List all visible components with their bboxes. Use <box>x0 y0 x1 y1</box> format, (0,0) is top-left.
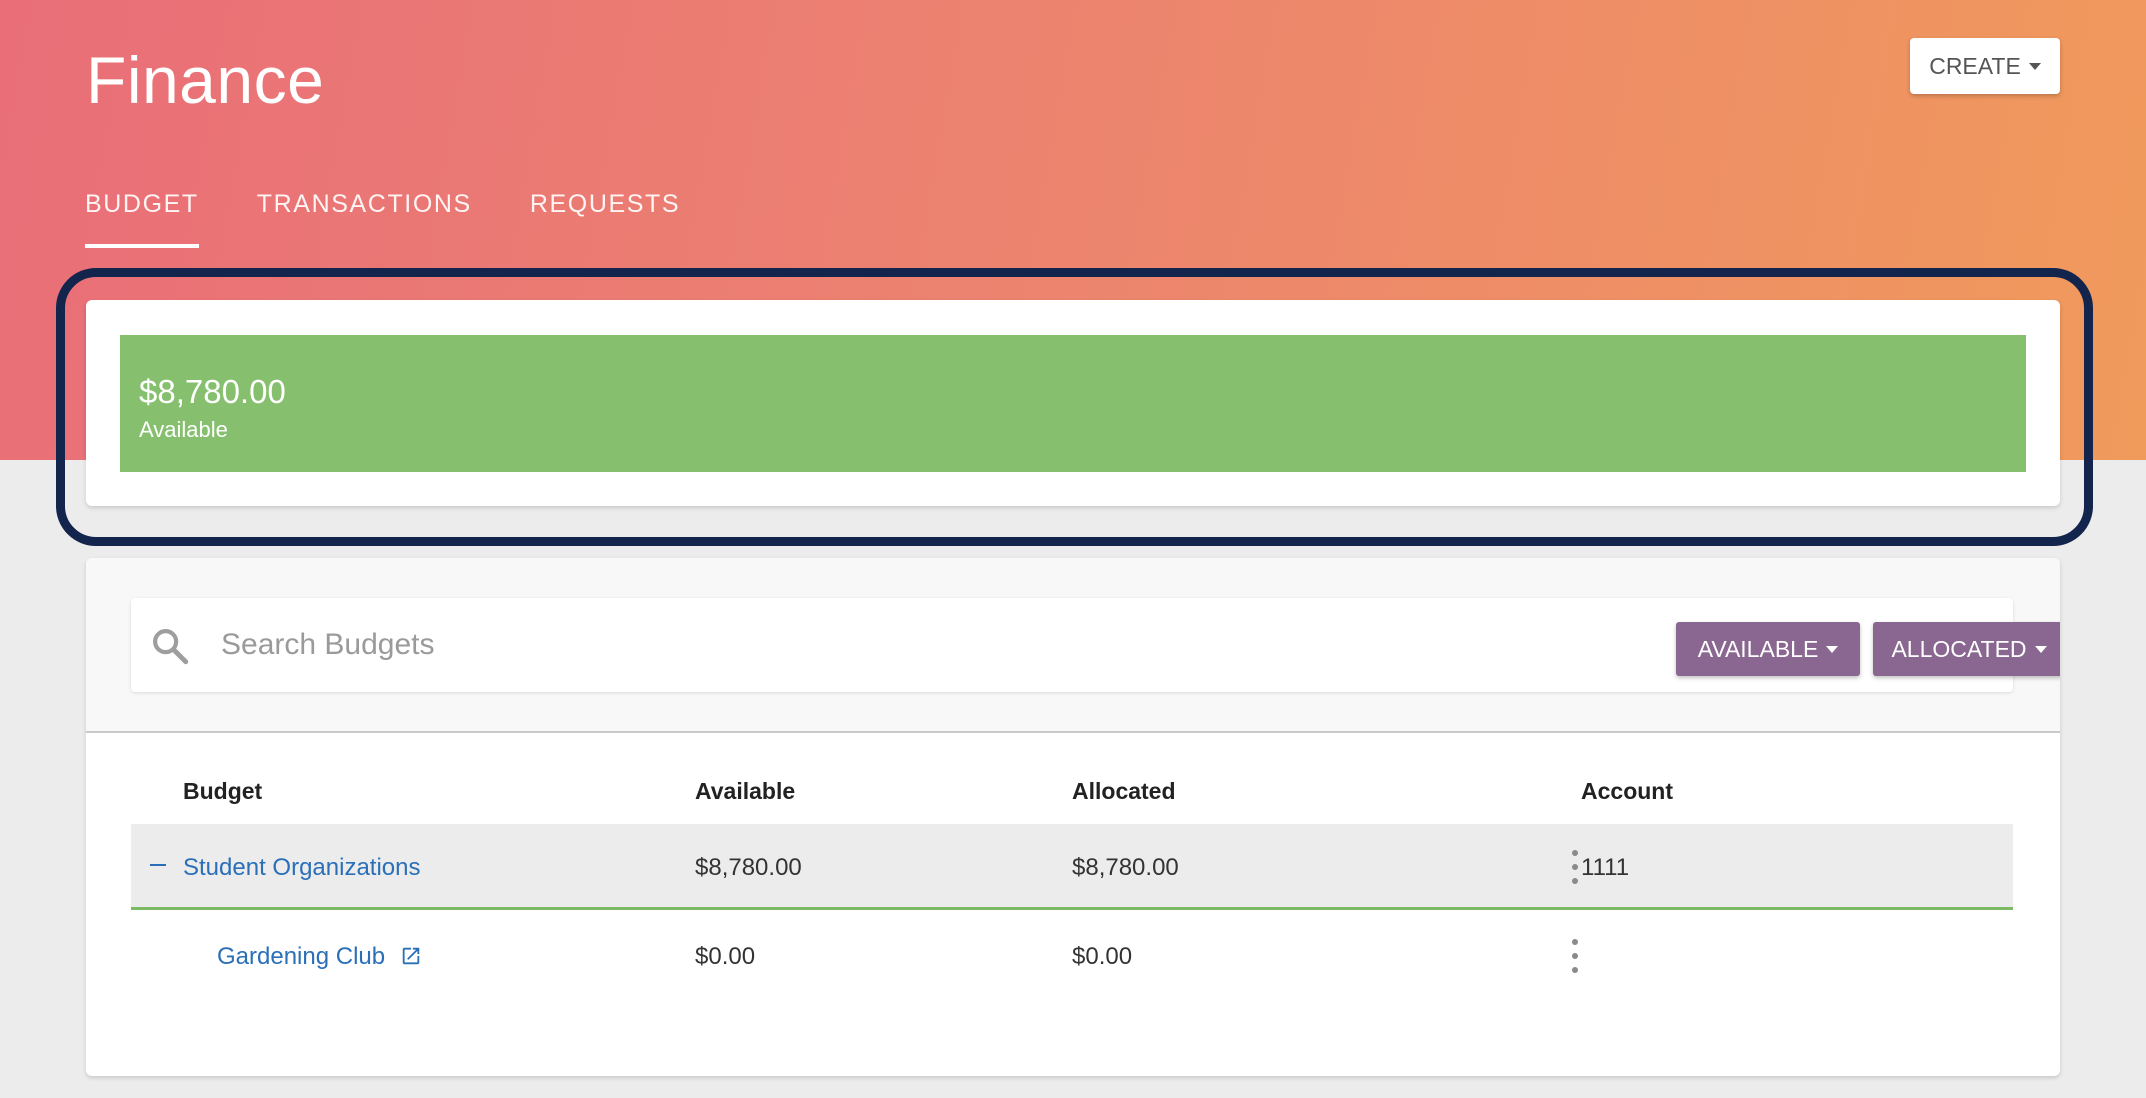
column-header-available[interactable]: Available <box>695 778 795 805</box>
available-value: $8,780.00 <box>695 854 802 881</box>
available-value: $0.00 <box>695 943 756 970</box>
budgets-toolbar: AVAILABLE ALLOCATED <box>86 558 2060 733</box>
account-value: 1111 <box>1581 854 1630 881</box>
search-icon <box>153 629 189 665</box>
tab-requests[interactable]: REQUESTS <box>530 190 680 250</box>
allocated-filter-button[interactable]: ALLOCATED <box>1873 622 2060 676</box>
tab-budget[interactable]: BUDGET <box>85 190 199 250</box>
column-header-budget[interactable]: Budget <box>183 778 262 805</box>
caret-down-icon <box>2034 645 2047 653</box>
allocated-value: $0.00 <box>1072 943 1133 970</box>
collapse-icon[interactable] <box>150 864 166 866</box>
search-input[interactable] <box>221 620 1221 670</box>
column-header-account[interactable]: Account <box>1581 778 1673 805</box>
more-vert-icon[interactable] <box>1565 850 1585 884</box>
budgets-card: AVAILABLE ALLOCATED Budget Available All… <box>86 558 2060 1076</box>
tab-bar: BUDGET TRANSACTIONS REQUESTS <box>85 190 680 250</box>
more-vert-icon[interactable] <box>1565 939 1585 973</box>
highlight-annotation <box>56 268 2093 546</box>
budget-name-link[interactable]: Student Organizations <box>183 854 420 882</box>
caret-down-icon <box>2028 62 2041 70</box>
create-button[interactable]: CREATE <box>1910 38 2060 94</box>
allocated-filter-label: ALLOCATED <box>1891 635 2027 662</box>
tab-transactions[interactable]: TRANSACTIONS <box>257 190 472 250</box>
allocated-value: $8,780.00 <box>1072 854 1179 881</box>
open-in-new-icon[interactable] <box>400 945 422 967</box>
page-title: Finance <box>86 43 325 117</box>
table-row: Student Organizations $8,780.00 $8,780.0… <box>131 824 2013 910</box>
create-button-label: CREATE <box>1929 52 2021 79</box>
available-filter-button[interactable]: AVAILABLE <box>1676 622 1860 676</box>
caret-down-icon <box>1826 645 1839 653</box>
table-row: Gardening Club $0.00 $0.00 <box>131 913 2013 999</box>
available-filter-label: AVAILABLE <box>1697 635 1819 662</box>
column-header-allocated[interactable]: Allocated <box>1072 778 1176 805</box>
budget-name-text: Gardening Club <box>217 943 386 970</box>
budget-name-link[interactable]: Gardening Club <box>217 943 422 971</box>
search-bar: AVAILABLE ALLOCATED <box>131 598 2060 692</box>
